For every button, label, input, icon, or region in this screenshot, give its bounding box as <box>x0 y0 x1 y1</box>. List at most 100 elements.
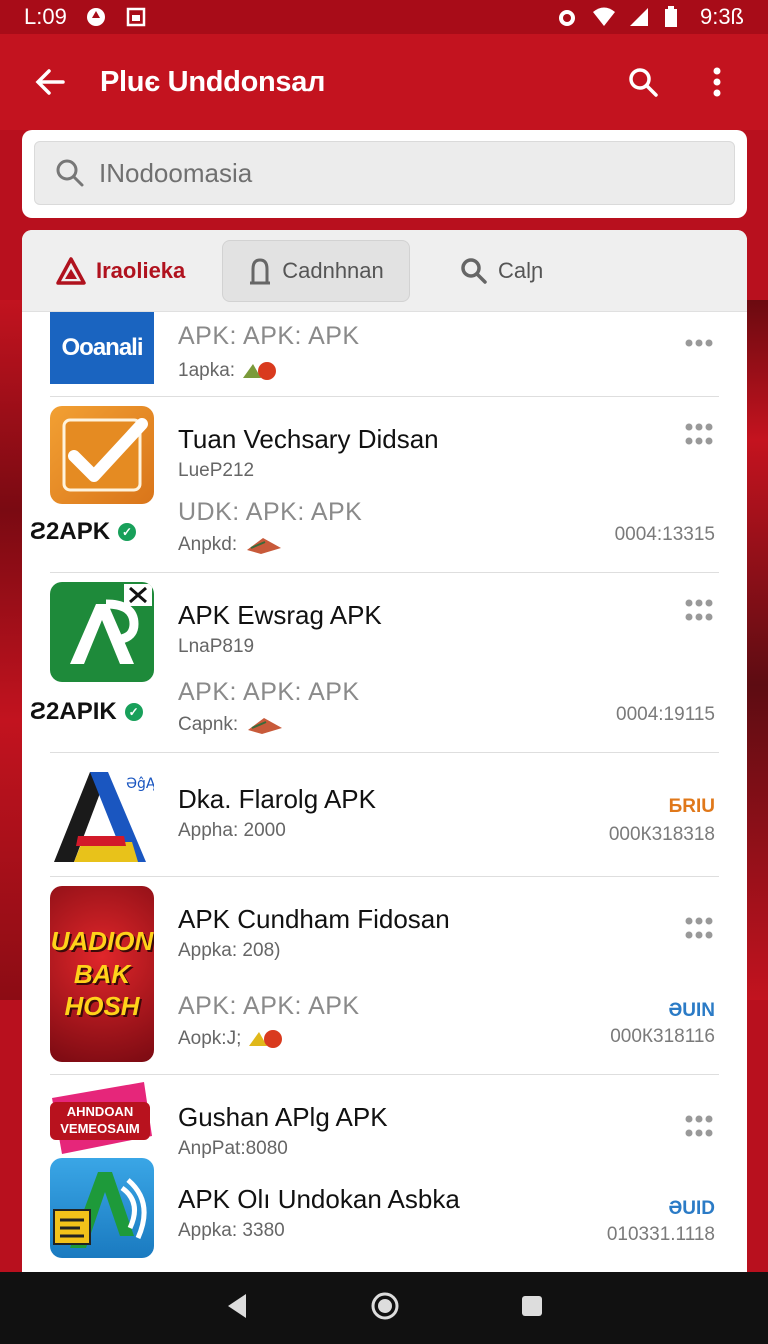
list-item[interactable]: APK Olı Undokan Asbka Appka: 3380 ƏUID 0… <box>22 1156 747 1260</box>
warning-icon <box>56 256 86 285</box>
apk-label: UDK: APK: APK <box>178 498 363 526</box>
app-name: Tuan Vechsary Didsan <box>178 424 439 454</box>
divider <box>50 752 719 753</box>
nav-back-button[interactable] <box>224 1292 250 1325</box>
nav-recents-button[interactable] <box>520 1294 544 1323</box>
list-item[interactable]: AHNDOAN VEMEOSAIM Gushan APlg APK AnpPat… <box>22 1080 747 1159</box>
source-tag: Ƨ2APK ✓ <box>30 518 137 546</box>
system-nav-bar <box>0 1272 768 1344</box>
kite-icon <box>247 538 282 554</box>
app-meta: Aopk:J; <box>178 1028 287 1050</box>
app-icon: UADION BAK HOSH <box>50 886 154 1062</box>
app-subtitle: LueP212 <box>178 460 255 481</box>
app-icon: AHNDOAN VEMEOSAIM <box>48 1080 156 1156</box>
app-icon-text: UADION BAK HOSH <box>50 926 154 1022</box>
verified-icon: ✓ <box>124 703 143 721</box>
more-grid-icon <box>685 599 713 621</box>
signal-icon <box>628 6 650 28</box>
app-subtitle: Appka: 3380 <box>178 1220 285 1241</box>
app-id-number: 0004:19115 <box>616 704 715 725</box>
status-bar: L:09 9:3ß <box>0 0 768 34</box>
apk-label: APK: APK: APK <box>178 678 360 706</box>
app-bar: Pluє Unddonsaл <box>0 34 768 130</box>
search-placeholder: INodoomasia <box>99 157 253 188</box>
divider <box>50 876 719 877</box>
list-item[interactable]: Tuan Vechsary Didsan LueP212 Ƨ2APK ✓ UDK… <box>22 406 747 570</box>
nav-home-button[interactable] <box>370 1291 400 1326</box>
app-list-panel: Iraolieka Cadnhnan Calɲ Ooanali APK: APK… <box>22 230 747 1272</box>
more-grid-icon <box>685 917 713 939</box>
svg-text:ƏĝĄ: ƏĝĄ <box>126 776 154 792</box>
divider <box>50 572 719 573</box>
person-icon <box>250 257 271 284</box>
alarm-icon <box>556 6 578 28</box>
tag-text: Ƨ2APK <box>30 518 111 545</box>
source-tag: Ƨ2APIK ✓ <box>30 698 143 726</box>
list-item[interactable]: Ooanali APK: APK: APK 1apka: <box>22 312 747 396</box>
app-name: Gushan APlg APK <box>178 1102 388 1132</box>
list-item[interactable]: ƏĝĄ Dka. Flarolg APK Appha: 2000 БRIU 00… <box>22 762 747 872</box>
divider <box>50 396 719 397</box>
more-vertical-icon <box>713 67 721 97</box>
status-badge: БRIU <box>668 796 715 817</box>
tag-text: Ƨ2APIK <box>30 698 117 725</box>
battery-icon <box>664 6 686 28</box>
apk-label: APK: APK: APK <box>178 992 360 1020</box>
search-icon <box>629 68 658 97</box>
app-icon-text: Ooanali <box>61 334 143 361</box>
more-options-button[interactable] <box>679 1114 719 1144</box>
tab-calp[interactable]: Calɲ <box>450 240 553 302</box>
search-button[interactable] <box>606 34 680 130</box>
search-card: INodoomasia <box>22 130 747 218</box>
more-options-button[interactable] <box>679 598 719 628</box>
status-badge: ƏUID <box>668 1198 715 1219</box>
list-item[interactable]: APK Ewsrag APK LnaP819 Ƨ2APIK ✓ APK: APK… <box>22 582 747 748</box>
more-grid-icon <box>685 423 713 445</box>
more-options-button[interactable] <box>679 338 719 348</box>
app-icon <box>50 1158 154 1258</box>
search-icon <box>56 159 84 187</box>
meta-text: 1apka: <box>178 360 236 381</box>
overflow-menu-button[interactable] <box>680 34 754 130</box>
app-name: APK Olı Undokan Asbka <box>178 1184 460 1214</box>
letter-a-logo-icon: ƏĝĄ <box>54 772 154 862</box>
location-icon <box>85 6 107 28</box>
app-icon <box>50 582 154 682</box>
app-icon: ƏĝĄ <box>50 766 154 866</box>
verified-icon: ✓ <box>118 523 137 541</box>
kite-icon <box>248 718 283 734</box>
letter-a-icon <box>70 584 152 664</box>
list-item[interactable]: UADION BAK HOSH APK Cundham Fidosan Appk… <box>22 886 747 1066</box>
arrow-left-icon <box>35 69 65 95</box>
apk-label: APK: APK: APK <box>178 322 360 350</box>
letter-a-wifi-icon <box>53 1172 147 1248</box>
meta-text: Aopk:J; <box>178 1028 242 1049</box>
search-icon <box>461 257 487 284</box>
app-icon-text: AHNDOAN VEMEOSAIM <box>60 1104 140 1136</box>
meta-text: Capnk: <box>178 714 239 735</box>
ball-icon <box>249 1030 283 1048</box>
more-horizontal-icon <box>685 339 713 347</box>
screenshot-icon <box>125 6 147 28</box>
page-title: Pluє Unddonsaл <box>100 65 326 98</box>
tab-label: Calɲ <box>498 257 544 283</box>
tab-iraolieka[interactable]: Iraolieka <box>46 240 216 302</box>
circle-home-icon <box>371 1292 399 1319</box>
search-input[interactable]: INodoomasia <box>34 141 735 205</box>
app-meta: 1apka: <box>178 360 281 382</box>
app-subtitle: Appka: 208) <box>178 940 281 961</box>
app-meta: Anpkd: <box>178 534 285 556</box>
app-subtitle: LnaP819 <box>178 636 255 657</box>
app-id-number: 000К318116 <box>610 1026 715 1047</box>
more-options-button[interactable] <box>679 422 719 452</box>
app-id-number: 010331.1118 <box>606 1224 715 1245</box>
app-subtitle: Appha: 2000 <box>178 820 286 841</box>
app-name: APK Cundham Fidosan <box>178 904 450 934</box>
divider <box>50 1074 719 1075</box>
tab-cadnhnan[interactable]: Cadnhnan <box>222 239 410 302</box>
tab-bar: Iraolieka Cadnhnan Calɲ <box>22 230 747 312</box>
back-button[interactable] <box>0 34 100 130</box>
more-options-button[interactable] <box>679 916 719 946</box>
checkmark-icon <box>62 418 148 492</box>
square-recents-icon <box>522 1295 542 1316</box>
